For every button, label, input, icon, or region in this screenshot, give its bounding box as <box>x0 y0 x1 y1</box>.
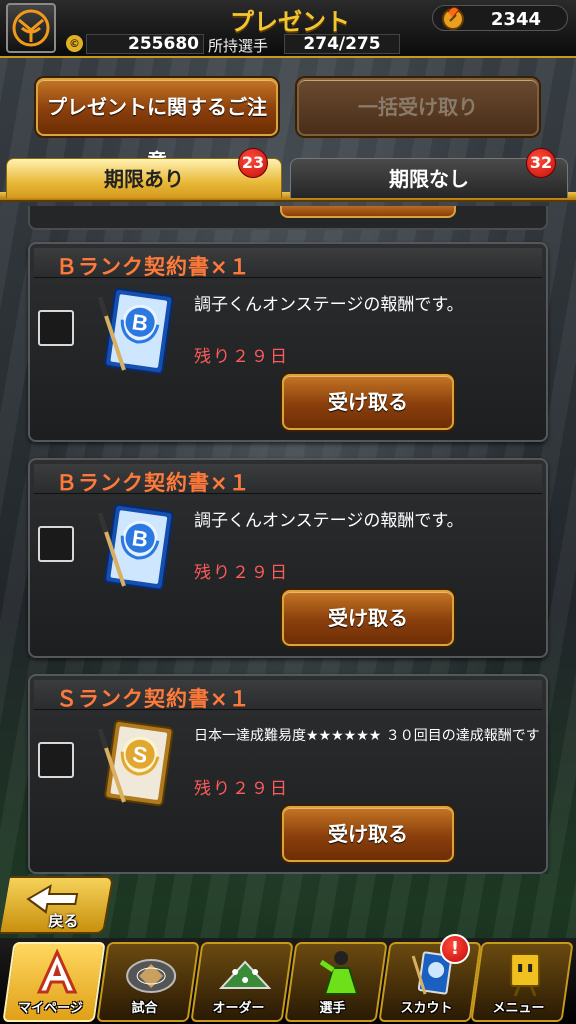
tab-count-badge: 23 <box>238 148 268 178</box>
contract-s-icon: S <box>97 719 174 807</box>
field-order-icon <box>219 960 272 989</box>
receive-button-partial[interactable] <box>280 206 456 218</box>
bulk-receive-button[interactable]: 一括受け取り <box>297 78 539 136</box>
select-checkbox[interactable] <box>38 742 74 778</box>
stats-row: © 255680 所持選手 274/275 <box>62 34 402 55</box>
gift-title: Ｂランク契約書×１ <box>56 471 251 495</box>
gift-notice-button[interactable]: プレゼントに関するご注意 <box>36 78 278 173</box>
nav-menu[interactable]: メニュー <box>470 942 574 1022</box>
money-value: 255680 <box>86 34 204 54</box>
menu-character-icon <box>510 953 541 997</box>
list-item: Ｓランク契約書×１ S 日本一達成難易度★★★★★★ ３０回目の達成報酬です 残… <box>28 674 548 874</box>
player-icon <box>319 951 359 995</box>
bottom-nav: マイページ 試合 オーダー 選手 スカウト メニュー <box>0 938 576 1024</box>
receive-button[interactable]: 受け取る <box>282 374 454 430</box>
remaining-days: 残り２９日 <box>194 563 289 583</box>
select-checkbox[interactable] <box>38 526 74 562</box>
mypage-icon <box>36 948 78 994</box>
tab-bar: 期限あり 23 期限なし 32 <box>0 148 576 206</box>
nav-game[interactable]: 試合 <box>96 942 200 1022</box>
gift-description: 調子くんオンステージの報酬です。 <box>194 511 464 531</box>
receive-button[interactable]: 受け取る <box>282 590 454 646</box>
list-item: Ｂランク契約書×１ B 調子くんオンステージの報酬です。 残り２９日 受け取る <box>28 242 548 442</box>
contract-b-icon: B <box>97 503 174 591</box>
players-count: 274/275 <box>284 34 400 54</box>
stadium-icon <box>126 959 177 993</box>
back-button[interactable]: 戻る <box>0 876 115 934</box>
header: プレゼント 2344 © 255680 所持選手 274/275 <box>0 0 576 58</box>
remaining-days: 残り２９日 <box>194 779 289 799</box>
nav-players[interactable]: 選手 <box>284 942 388 1022</box>
gift-title: Ｂランク契約書×１ <box>56 255 251 279</box>
nav-label: スカウト <box>400 1001 453 1016</box>
nav-label: 試合 <box>131 1001 158 1016</box>
coin-icon <box>442 6 464 30</box>
select-checkbox[interactable] <box>38 310 74 346</box>
nav-label: 選手 <box>319 1001 346 1016</box>
gift-description: 調子くんオンステージの報酬です。 <box>194 295 464 315</box>
nav-label: オーダー <box>212 1001 265 1016</box>
players-label: 所持選手 <box>208 37 269 55</box>
coin-value: 2344 <box>490 9 541 30</box>
card-header: Ｂランク契約書×１ <box>34 248 542 279</box>
nav-label: メニュー <box>492 1001 545 1016</box>
scout-alert-badge: ! <box>440 934 470 964</box>
list-item: Ｂランク契約書×１ B 調子くんオンステージの報酬です。 残り２９日 受け取る <box>28 458 548 658</box>
gift-list[interactable]: Ｂランク契約書×１ B 調子くんオンステージの報酬です。 残り２９日 受け取る … <box>0 206 576 874</box>
money-icon: © <box>66 35 83 52</box>
back-label: 戻る <box>48 912 79 930</box>
page-title: プレゼント <box>230 8 350 36</box>
receive-button[interactable]: 受け取る <box>282 806 454 862</box>
nav-label: マイページ <box>18 1001 83 1016</box>
nav-mypage[interactable]: マイページ <box>2 942 106 1022</box>
contract-b-icon: B <box>97 287 174 375</box>
remaining-days: 残り２９日 <box>194 347 289 367</box>
card-header: Ｓランク契約書×１ <box>34 680 542 711</box>
coin-counter: 2344 <box>432 5 568 31</box>
gift-description: 日本一達成難易度★★★★★★ ３０回目の達成報酬です <box>194 728 540 744</box>
gift-title: Ｓランク契約書×１ <box>56 687 251 711</box>
tab-count-badge: 32 <box>526 148 556 178</box>
tab-label: 期限なし <box>389 167 469 191</box>
team-logo-icon[interactable] <box>6 3 56 53</box>
list-item-partial <box>28 206 548 230</box>
nav-order[interactable]: オーダー <box>190 942 294 1022</box>
tab-label: 期限あり <box>104 167 184 191</box>
card-header: Ｂランク契約書×１ <box>34 464 542 495</box>
